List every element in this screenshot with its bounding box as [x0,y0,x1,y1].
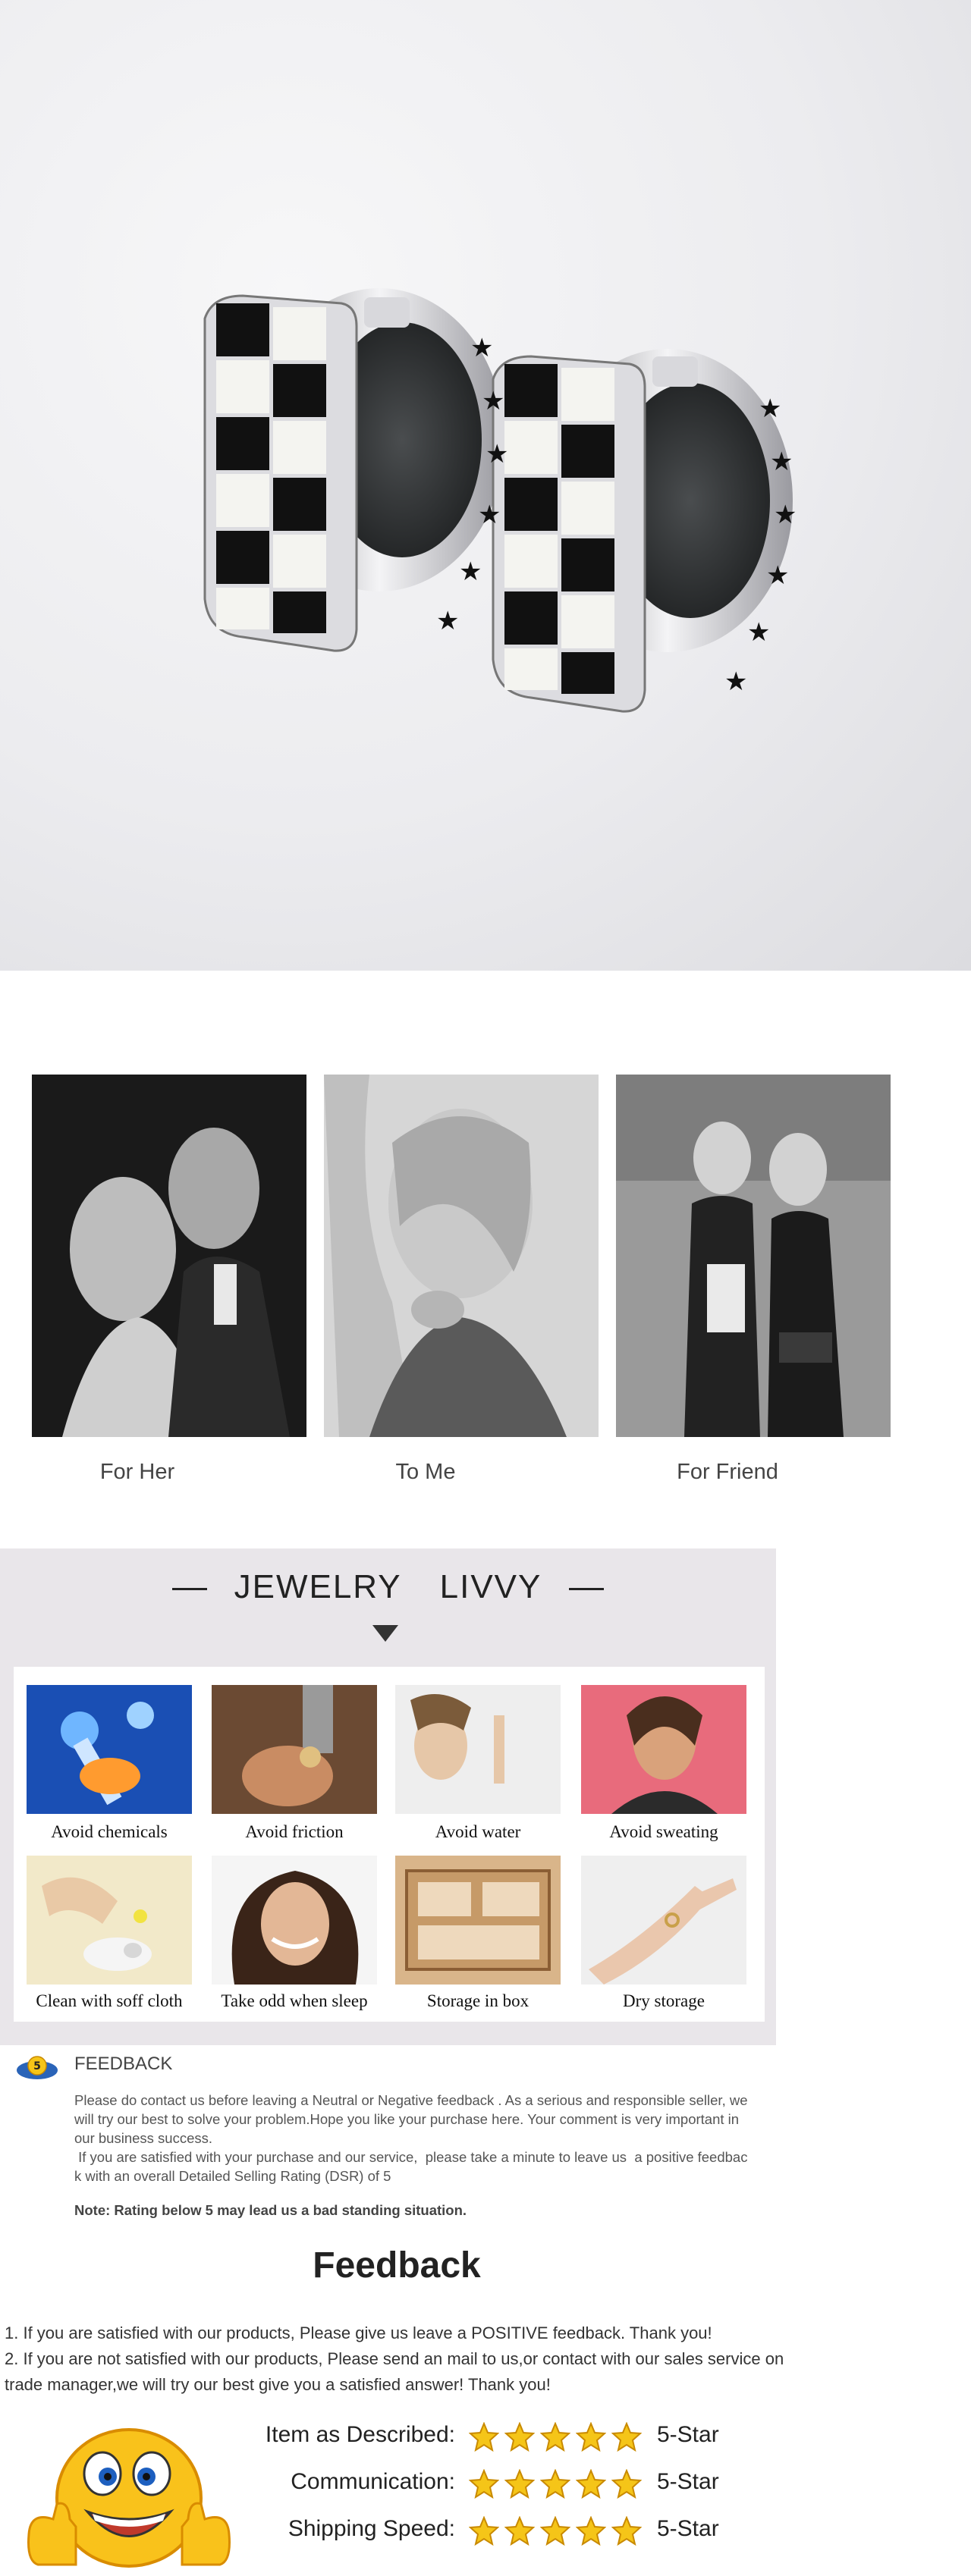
rating-label-communication: Communication: [291,2469,455,2494]
svg-text:★: ★ [486,439,508,469]
star-icon [469,2469,499,2499]
storage-box-caption: Storage in box [426,1991,529,2010]
star-icon [540,2469,570,2499]
care-title-word1: JEWELRY [234,1568,402,1605]
rating-note: Note: Rating below 5 may lead us a bad s… [74,2202,467,2218]
rating-value-shipping: 5-Star [657,2516,719,2541]
rating-label-item: Item as Described: [265,2422,455,2447]
feedback-para1-line3: our business success. [74,2130,213,2146]
rating-stars-item [469,2422,643,2452]
for-her-photo [32,1075,306,1437]
dry-storage-caption: Dry storage [623,1991,705,2010]
feedback-line2b: trade manager,we will try our best give … [5,2375,551,2394]
avoid-chemicals-caption: Avoid chemicals [51,1822,168,1841]
avoid-friction-caption: Avoid friction [245,1822,344,1841]
feedback-para1-line2: will try our best to solve your problem.… [74,2111,740,2127]
star-icon [504,2422,535,2452]
star-icon [469,2422,499,2452]
care-title-word2: LIVVY [439,1568,542,1605]
dry-storage-image [581,1856,746,1985]
to-me-photo [324,1075,599,1437]
down-arrow-icon [372,1625,398,1642]
feedback-para2-line1: If you are satisfied with your purchase … [74,2149,748,2165]
star-icon [540,2422,570,2452]
clean-cloth-caption: Clean with soff cloth [36,1991,183,2010]
svg-text:★: ★ [759,394,781,424]
for-her-caption: For Her [99,1460,175,1484]
rating-stars-communication [469,2469,643,2499]
clean-cloth-image [27,1856,192,1985]
feedback-heading: FEEDBACK [74,2054,173,2074]
svg-text:★: ★ [766,560,789,591]
star-icon [504,2516,535,2546]
thumbs-up-smiley-icon [23,2413,235,2572]
feedback-para1-line1: Please do contact us before leaving a Ne… [74,2092,748,2108]
star-icon [469,2516,499,2546]
feedback-para2-line2: k with an overall Detailed Selling Ratin… [74,2168,391,2184]
five-star-badge-icon: 5 [15,2055,59,2082]
star-icon [576,2422,606,2452]
for-friend-photo [616,1075,891,1437]
svg-text:★: ★ [724,667,747,697]
title-dash-left [171,1587,207,1590]
star-icon [576,2469,606,2499]
star-icon [611,2422,642,2452]
star-icon [611,2469,642,2499]
avoid-friction-image [212,1685,377,1814]
star-icon [576,2516,606,2546]
svg-text:★: ★ [747,617,770,648]
storage-box-image [395,1856,561,1985]
take-off-sleep-caption: Take odd when sleep [221,1991,368,2010]
feedback-title: Feedback [313,2245,481,2286]
svg-text:★: ★ [470,333,493,363]
svg-text:★: ★ [774,500,797,530]
care-title: JEWELRY LIVVY [0,1568,776,1606]
star-icon [504,2469,535,2499]
avoid-sweating-caption: Avoid sweating [609,1822,718,1841]
svg-text:★: ★ [436,606,459,636]
avoid-sweating-image [581,1685,746,1814]
title-dash-right [569,1587,605,1590]
rating-label-shipping: Shipping Speed: [288,2516,455,2541]
feedback-line1: 1. If you are satisfied with our product… [5,2323,712,2342]
product-hero-image: ★ ★ ★ ★ ★ ★ ★ ★ ★ ★ ★ ★ [0,0,971,971]
svg-text:★: ★ [770,447,793,477]
avoid-water-caption: Avoid water [435,1822,521,1841]
svg-text:★: ★ [482,386,504,416]
for-friend-caption: For Friend [677,1460,778,1484]
rating-value-communication: 5-Star [657,2469,719,2494]
feedback-line2a: 2. If you are not satisfied with our pro… [5,2349,784,2368]
avoid-water-image [395,1685,561,1814]
take-off-sleep-image [212,1856,377,1985]
avoid-chemicals-image [27,1685,192,1814]
rating-stars-shipping [469,2516,643,2546]
badge-number: 5 [33,2060,41,2072]
rating-value-item: 5-Star [657,2422,719,2447]
star-icon [611,2516,642,2546]
svg-text:★: ★ [478,500,501,530]
star-icon [540,2516,570,2546]
svg-text:★: ★ [459,557,482,587]
to-me-caption: To Me [395,1460,456,1484]
